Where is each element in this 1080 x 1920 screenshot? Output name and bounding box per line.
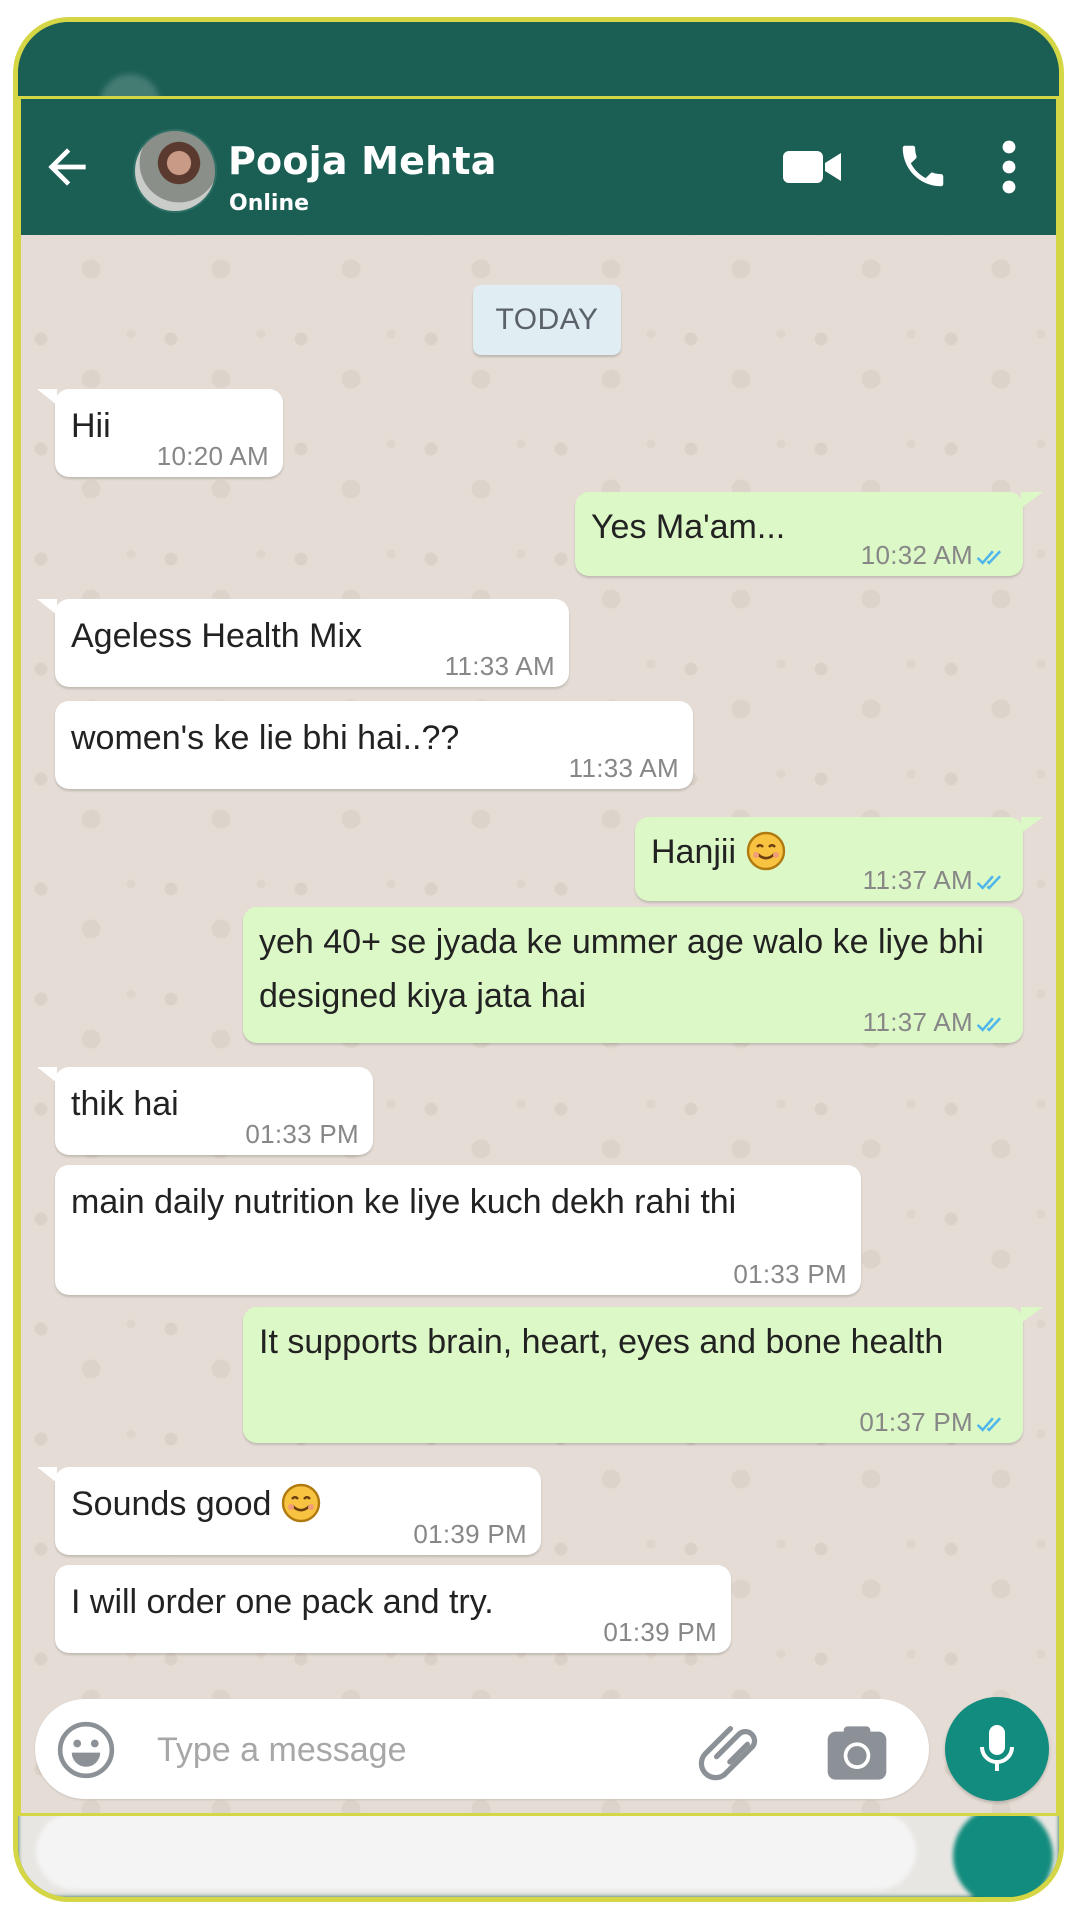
message-outgoing[interactable]: yeh 40+ se jyada ke ummer age walo ke li… <box>243 907 1023 1043</box>
double-check-icon <box>976 875 1002 890</box>
message-time: 11:37 AM <box>862 1007 973 1037</box>
blurred-input <box>36 1812 916 1890</box>
microphone-icon <box>980 1725 1014 1771</box>
message-time: 01:33 PM <box>733 1259 847 1289</box>
blurred-background-composer <box>18 1802 1059 1897</box>
message-incoming[interactable]: thik hai 01:33 PM <box>37 1067 373 1155</box>
smiling-face-emoji-icon <box>282 1483 321 1523</box>
message-incoming[interactable]: main daily nutrition ke liye kuch dekh r… <box>55 1165 861 1295</box>
message-outgoing[interactable]: Yes Ma'am... 10:32 AM <box>575 492 1043 576</box>
message-text: Ageless Health Mix <box>71 617 363 655</box>
smiling-face-emoji-icon <box>746 831 786 871</box>
message-text: Hanjii <box>651 825 786 879</box>
message-time: 01:39 PM <box>413 1519 527 1549</box>
message-composer <box>35 1699 929 1799</box>
message-incoming[interactable]: I will order one pack and try. 01:39 PM <box>55 1565 731 1653</box>
video-call-icon[interactable] <box>781 143 843 191</box>
message-time: 11:37 AM <box>862 865 973 895</box>
message-incoming[interactable]: Sounds good 01:39 PM <box>37 1467 541 1555</box>
message-time: 01:37 PM <box>859 1407 973 1437</box>
message-text: thik hai <box>71 1085 179 1123</box>
message-text: women's ke lie bhi hai..?? <box>71 719 460 757</box>
message-meta: 10:32 AM <box>861 540 1009 570</box>
message-time: 01:39 PM <box>603 1617 717 1647</box>
contact-name[interactable]: Pooja Mehta <box>228 139 497 183</box>
message-time: 11:33 AM <box>568 753 679 783</box>
message-text: main daily nutrition ke liye kuch dekh r… <box>71 1183 737 1221</box>
double-check-icon <box>976 1017 1002 1032</box>
message-time: 01:33 PM <box>245 1119 359 1149</box>
message-meta: 01:37 PM <box>859 1407 1009 1437</box>
message-incoming[interactable]: Hii 10:20 AM <box>37 389 283 477</box>
avatar[interactable] <box>133 129 217 213</box>
double-check-icon <box>976 1417 1002 1432</box>
message-text: It supports brain, heart, eyes and bone … <box>259 1323 944 1361</box>
chat-header: Pooja Mehta Online <box>21 99 1056 235</box>
phone-call-icon[interactable] <box>896 139 950 193</box>
message-outgoing[interactable]: It supports brain, heart, eyes and bone … <box>243 1307 1043 1443</box>
message-text: Yes Ma'am... <box>591 508 786 546</box>
message-time: 11:33 AM <box>444 651 555 681</box>
date-separator: TODAY <box>473 285 621 355</box>
back-arrow-icon[interactable] <box>39 139 95 195</box>
message-text: Hii <box>71 407 111 445</box>
contact-status: Online <box>229 191 310 216</box>
more-vertical-icon[interactable] <box>999 139 1019 195</box>
attach-paperclip-icon[interactable] <box>695 1715 769 1789</box>
camera-icon[interactable] <box>825 1723 889 1783</box>
mic-button[interactable] <box>945 1697 1049 1801</box>
message-incoming[interactable]: women's ke lie bhi hai..?? 11:33 AM <box>55 701 693 789</box>
blurred-mic <box>953 1806 1053 1897</box>
double-check-icon <box>976 550 1002 565</box>
message-time: 10:32 AM <box>860 540 973 570</box>
phone-frame: Pooja Mehta Online TODAY Hii 10:20 AM Ye… <box>13 17 1064 1902</box>
message-text: Sounds good <box>71 1477 321 1531</box>
message-meta: 11:37 AM <box>863 865 1009 895</box>
message-input[interactable] <box>155 1721 579 1779</box>
message-time: 10:20 AM <box>156 441 269 471</box>
message-text: I will order one pack and try. <box>71 1583 494 1621</box>
emoji-icon[interactable] <box>55 1719 117 1781</box>
chat-screen: Pooja Mehta Online TODAY Hii 10:20 AM Ye… <box>18 96 1059 1816</box>
message-meta: 11:37 AM <box>863 1007 1009 1037</box>
message-outgoing[interactable]: Hanjii 11:37 AM <box>635 817 1043 901</box>
message-incoming[interactable]: Ageless Health Mix 11:33 AM <box>37 599 569 687</box>
